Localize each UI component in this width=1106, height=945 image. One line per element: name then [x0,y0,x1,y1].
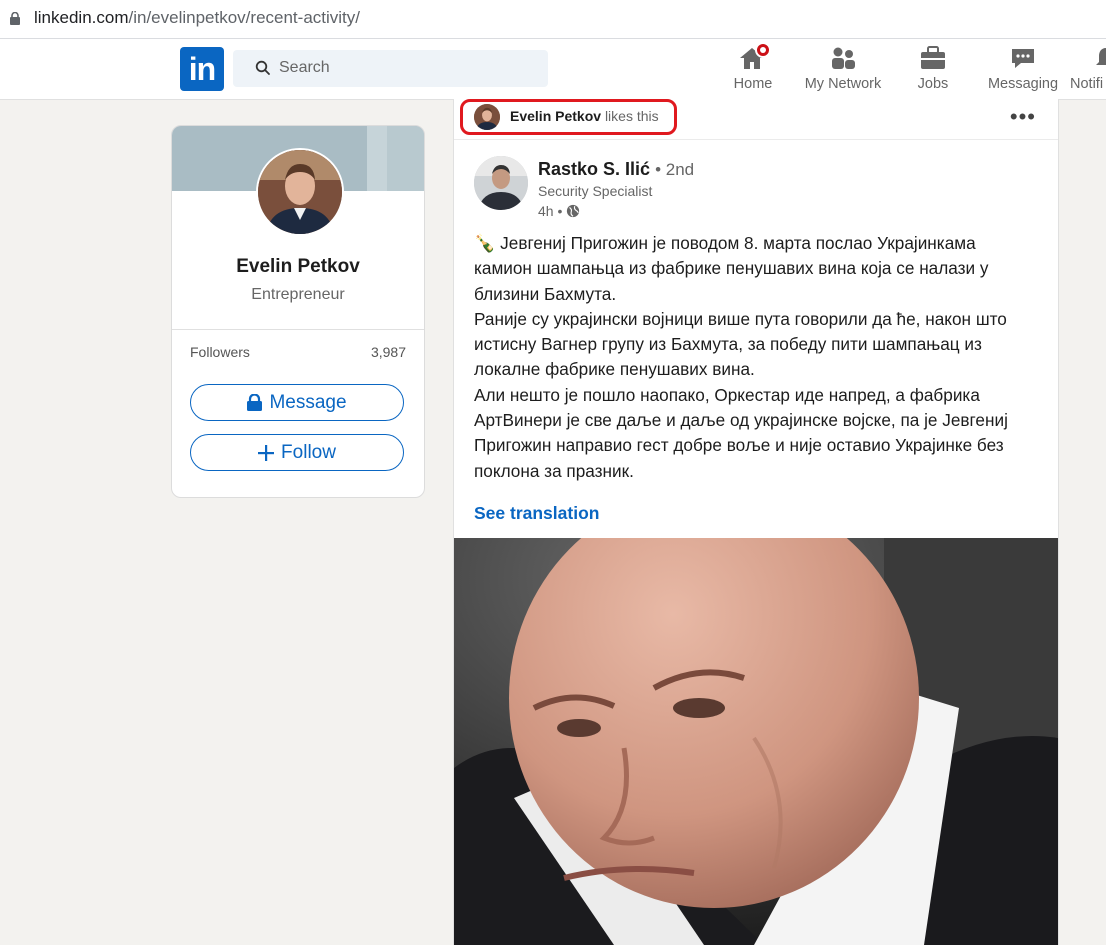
nav-my-network[interactable]: My Network [799,39,887,99]
lock-icon [247,394,263,411]
author-avatar[interactable] [474,156,528,210]
nav-home-label: Home [733,76,773,92]
post-line: камион шампањца из фабрике пенушавих вин… [474,258,989,279]
url-domain: linkedin.com [34,8,129,27]
url-path: /in/evelinpetkov/recent-activity/ [128,8,361,27]
post-line: близини Бахмута. [474,283,617,304]
search-placeholder: Search [279,59,330,76]
post-time: 4h • [538,203,563,219]
post-line: 🍾 Јевгениј Пригожин је поводом 8. марта … [474,233,976,253]
author-name[interactable]: Rastko S. Ilić • 2nd [538,159,694,180]
network-icon [832,47,855,69]
post-line: Раније су украјински војници више пута г… [474,308,1007,329]
post-line: Али нешто је пошло наопако, Оркестар иде… [474,384,980,405]
divider [172,329,424,330]
activity-actor[interactable]: Evelin Petkov [510,108,601,124]
nav-notifications[interactable]: Notifi [1068,39,1106,99]
profile-name[interactable]: Evelin Petkov [172,256,424,278]
avatar[interactable] [256,148,344,236]
follow-button-label: Follow [281,441,336,463]
actor-avatar[interactable] [474,104,500,130]
activity-action: likes this [604,108,659,124]
post-line: Пригожин направио гест добре воље и није… [474,435,1004,456]
url-text[interactable]: linkedin.com/in/evelinpetkov/recent-acti… [34,8,360,28]
linkedin-logo[interactable]: in [180,47,224,91]
author-name-text: Rastko S. Ilić [538,159,651,179]
author-title: Security Specialist [538,183,653,199]
nav-jobs[interactable]: Jobs [905,39,961,99]
top-nav: in Search Home My Network Jobs Messaging… [0,39,1106,100]
post-text: 🍾 Јевгениј Пригожин је поводом 8. марта … [474,231,1044,484]
briefcase-icon [921,46,945,69]
nav-jobs-label: Jobs [917,76,949,92]
followers-count: 3,987 [370,344,406,360]
search-icon [255,60,270,75]
nav-messaging[interactable]: Messaging [985,39,1061,99]
post-meta: 4h • [538,203,580,219]
profile-headline: Entrepreneur [251,286,345,303]
profile-card: Evelin Petkov Entrepreneur Followers 3,9… [171,125,425,498]
more-options-icon[interactable]: ••• [1010,106,1036,128]
post-line: АртВинери је све даље и даље од украјинс… [474,410,1008,431]
message-button[interactable]: Message [190,384,404,421]
plus-icon [258,444,275,461]
nav-home[interactable]: Home [725,39,781,99]
followers-label: Followers [190,344,250,360]
activity-feed: Evelin Petkov likes this ••• Rastko S. I… [453,99,1059,945]
globe-icon [567,204,580,218]
nav-my-network-label: My Network [804,76,882,92]
follow-button[interactable]: Follow [190,434,404,471]
notification-badge [755,42,771,58]
activity-header: Evelin Petkov likes this ••• [454,99,1058,140]
browser-address-bar[interactable]: linkedin.com/in/evelinpetkov/recent-acti… [0,0,1106,39]
search-input[interactable]: Search [233,50,548,87]
post-line: истисну Вагнер групу из Бахмута, за побе… [474,334,982,355]
nav-messaging-label: Messaging [987,76,1059,92]
nav-notifications-label: Notifi [1070,76,1104,92]
messaging-icon [1012,49,1034,68]
see-translation-link[interactable]: See translation [474,503,599,524]
post-line: локалне фабрике пенушавих вина. [474,359,755,380]
lock-icon [10,12,20,25]
bell-icon [1096,48,1106,65]
connection-degree: • 2nd [655,160,695,179]
post-line: поклона за празник. [474,460,634,481]
activity-text: Evelin Petkov likes this [510,108,659,124]
post-image[interactable] [454,538,1058,945]
message-button-label: Message [269,391,347,413]
